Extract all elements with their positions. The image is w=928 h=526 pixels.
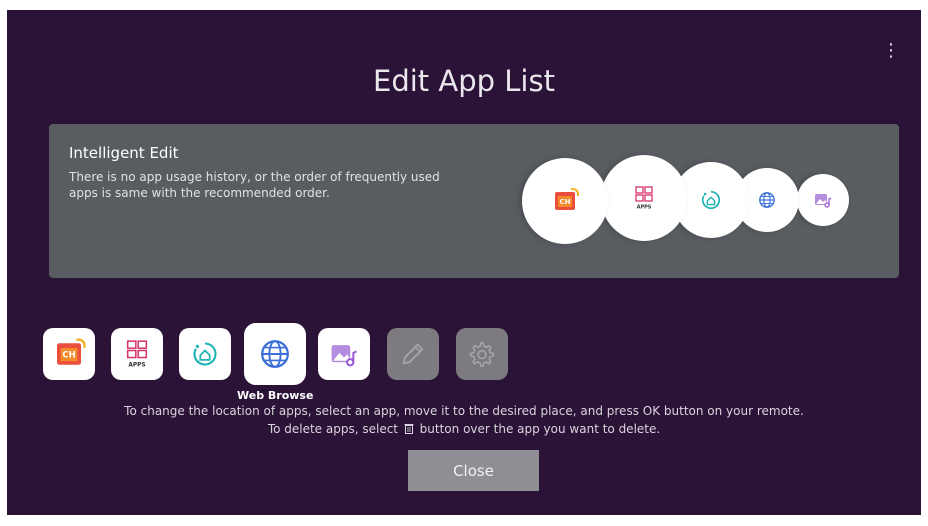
instructions-line-2-after: button over the app you want to delete. (419, 422, 661, 436)
more-menu-icon[interactable]: ⋮ (881, 42, 901, 60)
apps-icon: APPS (126, 340, 148, 368)
svg-text:APPS: APPS (128, 362, 145, 368)
preview-apps-bubble: APPS (601, 155, 687, 241)
focused-app-label: Web Browse (237, 389, 314, 402)
edit-app-list-screen: ⋮ Edit App List Intelligent Edit There i… (7, 10, 921, 515)
ch-icon: CH (555, 188, 579, 210)
media-icon (815, 194, 832, 208)
app-tile-settings[interactable] (456, 328, 508, 380)
apps-icon: APPS (635, 186, 653, 211)
instructions-line-1: To change the location of apps, select a… (124, 404, 804, 418)
app-tile-media[interactable] (318, 328, 370, 380)
svg-text:APPS: APPS (637, 205, 652, 211)
instructions-line-2: To delete apps, select button over the a… (7, 420, 921, 438)
preview-ch-bubble: CH (522, 158, 608, 244)
page-title: Edit App List (373, 64, 555, 98)
globe-icon (759, 192, 775, 208)
close-button[interactable]: Close (408, 450, 539, 491)
instructions-line-2-before: To delete apps, select (267, 422, 399, 436)
app-tile-edit[interactable] (387, 328, 439, 380)
app-tile-web-browser[interactable] (244, 323, 306, 385)
instructions-text: To change the location of apps, select a… (7, 402, 921, 438)
home-dashboard-icon (193, 342, 217, 366)
preview-media-bubble (797, 174, 849, 226)
app-tile-apps[interactable]: APPS (111, 328, 163, 380)
intelligent-edit-title: Intelligent Edit (69, 144, 179, 162)
intelligent-edit-panel[interactable]: Intelligent Edit There is no app usage h… (49, 124, 899, 278)
trash-icon (404, 424, 414, 434)
app-tile-ch[interactable]: CH (43, 328, 95, 380)
media-icon (331, 344, 357, 366)
globe-icon (261, 340, 289, 368)
app-tile-home-dashboard[interactable] (179, 328, 231, 380)
pencil-icon (402, 343, 424, 365)
ch-icon: CH (57, 338, 86, 365)
home-dashboard-icon (701, 190, 721, 210)
intelligent-edit-description: There is no app usage history, or the or… (69, 170, 440, 200)
gear-icon (469, 342, 495, 367)
